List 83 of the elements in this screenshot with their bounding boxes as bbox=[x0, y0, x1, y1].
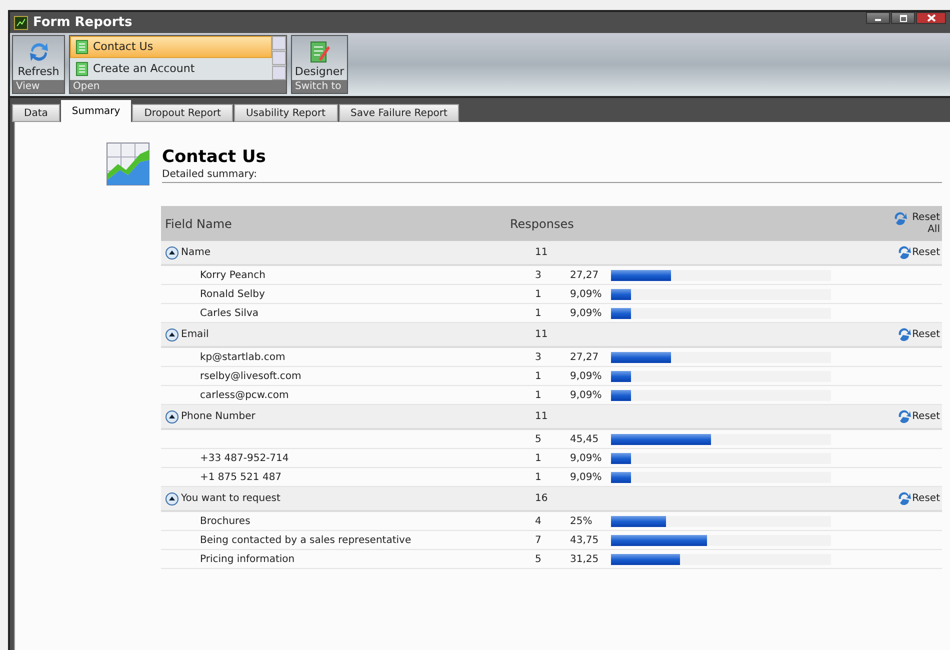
group-name: You want to request bbox=[181, 492, 280, 506]
table-cell-text: 16 bbox=[534, 492, 549, 506]
percent-text: 43,75 bbox=[570, 534, 600, 548]
designer-button[interactable]: Designer bbox=[292, 36, 347, 80]
table-cell-text: carless@pcw.com bbox=[199, 388, 290, 402]
table-cell-text: 3 bbox=[534, 350, 542, 364]
form-item[interactable]: Create an Account bbox=[70, 58, 272, 80]
group-label: View bbox=[13, 80, 64, 93]
group-label: Open bbox=[70, 80, 286, 93]
tab[interactable]: Usability Report bbox=[234, 104, 338, 122]
group-name: Phone Number bbox=[181, 410, 256, 424]
table-cell-text: 5 bbox=[534, 432, 542, 446]
report-subtitle: Detailed summary: bbox=[162, 168, 942, 183]
percent-text: 27,27 bbox=[570, 350, 600, 364]
percent-text: 31,25 bbox=[570, 552, 600, 566]
document-pencil-icon bbox=[308, 40, 330, 64]
table-cell-text: +1 875 521 487 bbox=[199, 470, 283, 484]
table-cell-text: 1 bbox=[534, 370, 542, 384]
reset-button[interactable]: Reset bbox=[897, 491, 940, 506]
column-header: Responses bbox=[510, 216, 575, 232]
close-icon bbox=[926, 14, 936, 22]
table-cell-text: rselby@livesoft.com bbox=[199, 370, 302, 384]
collapse-button[interactable] bbox=[165, 328, 179, 342]
group-label: Switch to bbox=[292, 80, 347, 93]
group-name: Name bbox=[181, 246, 211, 260]
tab[interactable]: Summary bbox=[60, 100, 132, 122]
table-cell-text: 7 bbox=[534, 534, 542, 548]
table-cell-text: 1 bbox=[534, 388, 542, 402]
form-icon bbox=[76, 62, 88, 76]
table-cell-text: 1 bbox=[534, 470, 542, 484]
reset-icon bbox=[893, 212, 908, 224]
table-cell-text: 1 bbox=[534, 306, 542, 320]
table-cell-text: 11 bbox=[534, 246, 549, 260]
reset-button[interactable]: Reset bbox=[897, 245, 940, 260]
close-button[interactable] bbox=[916, 12, 946, 24]
maximize-button[interactable] bbox=[891, 12, 915, 24]
table-cell-text: 5 bbox=[534, 552, 542, 566]
percent-text: 9,09% bbox=[570, 288, 603, 302]
table-cell-text: 1 bbox=[534, 288, 542, 302]
table-cell-text: 4 bbox=[534, 514, 542, 528]
percent-text: 9,09% bbox=[570, 306, 603, 320]
tab[interactable]: Save Failure Report bbox=[338, 104, 460, 122]
reset-icon bbox=[897, 328, 912, 341]
form-icon bbox=[76, 40, 88, 54]
percent-text: 9,09% bbox=[570, 470, 603, 484]
minimize-button[interactable] bbox=[866, 12, 890, 24]
collapse-button[interactable] bbox=[165, 492, 179, 506]
reset-icon bbox=[897, 246, 912, 259]
percent-text: 9,09% bbox=[570, 388, 603, 402]
column-header: Field Name bbox=[164, 216, 233, 232]
report-title: Contact Us bbox=[162, 146, 267, 168]
percent-text: 9,09% bbox=[570, 452, 603, 466]
table-cell-text: Carles Silva bbox=[199, 306, 260, 320]
table-cell-text: 11 bbox=[534, 410, 549, 424]
percent-text: 25% bbox=[570, 514, 594, 528]
table-cell-text: Korry Peanch bbox=[199, 268, 266, 282]
reset-all-button[interactable]: Reset All bbox=[893, 212, 940, 236]
percent-text: 27,27 bbox=[570, 268, 600, 282]
table-cell-text: Pricing information bbox=[199, 552, 296, 566]
tab[interactable]: Dropout Report bbox=[132, 104, 233, 122]
table-cell-text: 3 bbox=[534, 268, 542, 282]
collapse-button[interactable] bbox=[165, 246, 179, 260]
table-cell-text: 11 bbox=[534, 328, 549, 342]
app-icon bbox=[14, 16, 28, 30]
collapse-button[interactable] bbox=[165, 410, 179, 424]
table-cell-text: +33 487-952-714 bbox=[199, 452, 290, 466]
reset-button[interactable]: Reset bbox=[897, 409, 940, 424]
group-name: Email bbox=[181, 328, 209, 342]
percent-text: 45,45 bbox=[570, 432, 600, 446]
table-cell-text: 1 bbox=[534, 452, 542, 466]
reset-icon bbox=[897, 410, 912, 423]
reset-icon bbox=[897, 492, 912, 505]
window-title: Form Reports bbox=[33, 14, 132, 32]
table-cell-text: Being contacted by a sales representative bbox=[199, 534, 412, 548]
table-cell-text: Ronald Selby bbox=[199, 288, 266, 302]
gallery-scrollbar[interactable] bbox=[272, 36, 286, 80]
form-item[interactable]: Contact Us bbox=[70, 36, 272, 58]
table-cell-text: kp@startlab.com bbox=[199, 350, 286, 364]
reset-button[interactable]: Reset bbox=[897, 327, 940, 342]
tab[interactable]: Data bbox=[12, 104, 60, 122]
percent-text: 9,09% bbox=[570, 370, 603, 384]
table-cell-text: Brochures bbox=[199, 514, 252, 528]
refresh-button[interactable]: Refresh bbox=[13, 36, 64, 80]
